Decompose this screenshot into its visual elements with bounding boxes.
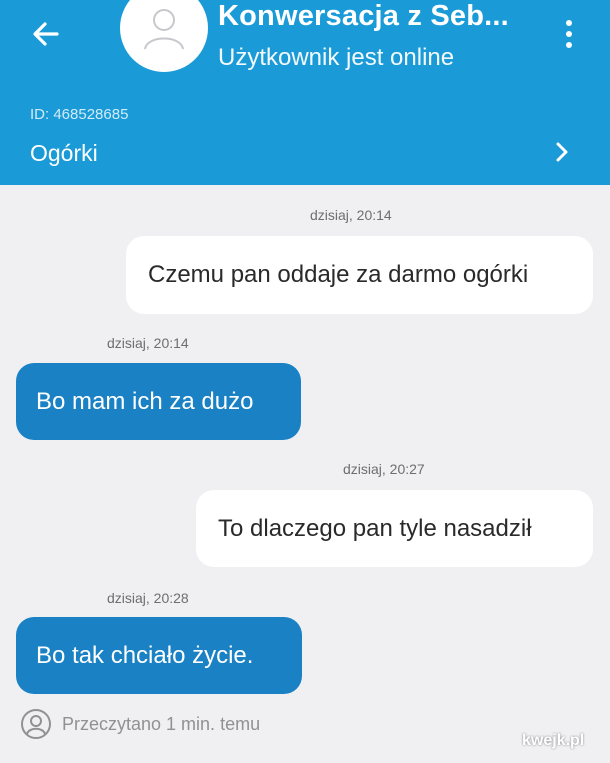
message-bubble-incoming[interactable]: Bo tak chciało życie. <box>16 617 302 694</box>
message-text: To dlaczego pan tyle nasadził <box>218 514 532 542</box>
arrow-left-icon <box>33 22 59 46</box>
chat-header: Konwersacja z Seb... Użytkownik jest onl… <box>0 0 610 185</box>
message-text: Czemu pan oddaje za darmo ogórki <box>148 261 529 288</box>
watermark: kwejk.pl <box>522 732 585 749</box>
user-silhouette-icon <box>144 9 184 50</box>
message-text: Bo mam ich za dużo <box>36 387 254 415</box>
message-bubble-outgoing[interactable]: To dlaczego pan tyle nasadził <box>196 490 593 567</box>
message-bubble-incoming[interactable]: Bo mam ich za dużo <box>16 363 301 440</box>
conversation-title: Konwersacja z Seb... <box>218 0 509 32</box>
back-button[interactable] <box>26 14 66 54</box>
more-vertical-icon[interactable] <box>552 14 586 54</box>
conversation-id: ID: 468528685 <box>30 106 129 123</box>
listing-title: Ogórki <box>30 140 98 166</box>
listing-link[interactable]: Ogórki <box>0 128 610 178</box>
message-timestamp: dzisiaj, 20:27 <box>343 461 425 477</box>
read-status-text: Przeczytano 1 min. temu <box>62 713 261 734</box>
message-timestamp: dzisiaj, 20:14 <box>310 207 392 223</box>
message-timestamp: dzisiaj, 20:28 <box>107 590 189 606</box>
message-text: Bo tak chciało życie. <box>36 641 254 669</box>
online-status: Użytkownik jest online <box>218 44 455 71</box>
message-bubble-outgoing[interactable]: Czemu pan oddaje za darmo ogórki <box>126 236 593 314</box>
read-receipt: Przeczytano 1 min. temu <box>20 708 260 740</box>
message-timestamp: dzisiaj, 20:14 <box>107 335 189 351</box>
user-circle-icon <box>21 709 51 739</box>
chevron-right-icon <box>556 142 568 162</box>
avatar[interactable] <box>120 0 208 72</box>
